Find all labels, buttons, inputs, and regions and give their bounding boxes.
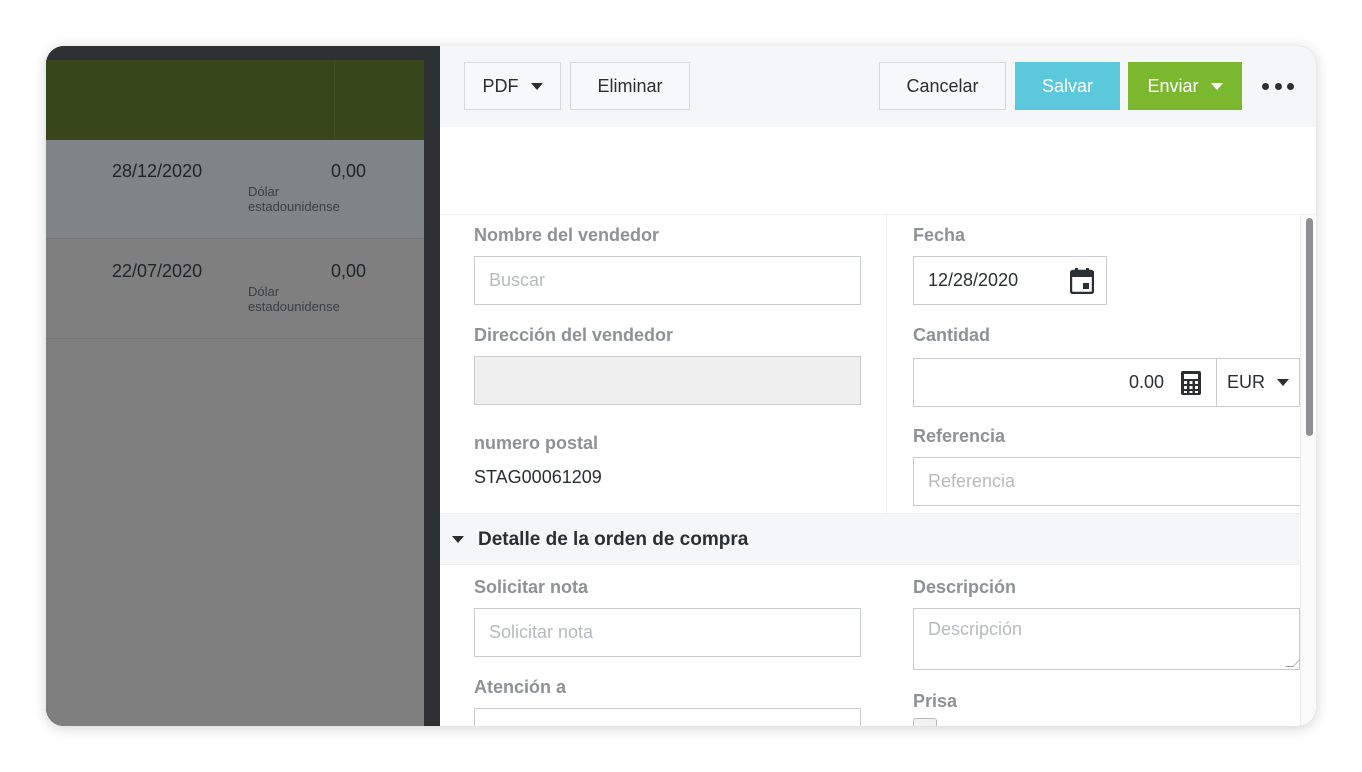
purchase-order-form: Nombre del vendedor Buscar Dirección del… xyxy=(440,215,1301,726)
request-note-input[interactable]: Solicitar nota xyxy=(474,608,861,657)
section-title: Detalle de la orden de compra xyxy=(478,529,749,550)
app-window: 28/12/2020 0,00 Dólar estadounidense 22/… xyxy=(46,46,1316,726)
currency-value: EUR xyxy=(1227,372,1266,392)
list-item-currency: Dólar estadounidense xyxy=(248,184,340,214)
more-options-icon[interactable] xyxy=(1262,76,1294,96)
list-item-amount: 0,00 xyxy=(330,261,366,281)
detail-header xyxy=(440,127,1316,215)
attention-label: Atención a xyxy=(474,677,567,697)
calendar-icon[interactable] xyxy=(1070,268,1094,294)
scrollbar-thumb[interactable] xyxy=(1306,218,1313,436)
list-item-date: 28/12/2020 xyxy=(112,161,203,181)
list-header xyxy=(46,60,424,140)
vendor-address-field xyxy=(474,356,861,405)
chevron-down-icon xyxy=(1277,379,1290,386)
date-label: Fecha xyxy=(913,225,966,245)
attention-input[interactable] xyxy=(474,708,861,726)
request-note-label: Solicitar nota xyxy=(474,577,589,597)
reference-label: Referencia xyxy=(913,426,1006,446)
date-value: 12/28/2020 xyxy=(928,270,1019,290)
description-placeholder: Descripción xyxy=(928,619,1023,639)
purchase-order-detail: PDF Eliminar Cancelar Salvar Enviar Nomb… xyxy=(440,46,1316,726)
purchase-order-detail-section[interactable]: Detalle de la orden de compra xyxy=(440,513,1300,565)
list-item-amount: 0,00 xyxy=(330,161,366,181)
resize-handle-icon[interactable] xyxy=(1285,659,1301,667)
send-button-label: Enviar xyxy=(1147,75,1199,96)
form-scrollbar[interactable] xyxy=(1300,215,1316,726)
vendor-name-label: Nombre del vendedor xyxy=(474,225,660,245)
chevron-down-icon xyxy=(1210,82,1223,90)
list-item-currency: Dólar estadounidense xyxy=(248,284,340,314)
description-textarea[interactable]: Descripción xyxy=(913,608,1301,670)
vendor-address-label: Dirección del vendedor xyxy=(474,325,674,345)
list-header-divider xyxy=(334,60,335,140)
rush-checkbox[interactable] xyxy=(913,718,937,726)
amount-label: Cantidad xyxy=(913,325,991,345)
list-panel: 28/12/2020 0,00 Dólar estadounidense 22/… xyxy=(46,46,440,726)
amount-value: 0.00 xyxy=(1128,372,1164,392)
column-divider xyxy=(886,215,887,513)
send-button[interactable]: Enviar xyxy=(1128,62,1242,110)
currency-select[interactable]: EUR xyxy=(1217,358,1300,407)
rush-label: Prisa xyxy=(913,691,958,711)
list-item[interactable]: 28/12/2020 0,00 Dólar estadounidense xyxy=(46,140,424,239)
toolbar: PDF Eliminar Cancelar Salvar Enviar xyxy=(440,46,1316,127)
description-label: Descripción xyxy=(913,577,1017,597)
amount-input[interactable]: 0.00 xyxy=(913,358,1217,407)
date-field[interactable]: 12/28/2020 xyxy=(913,256,1107,305)
vendor-search-input[interactable]: Buscar xyxy=(474,256,861,305)
chevron-down-icon[interactable] xyxy=(452,536,464,543)
pdf-button-label: PDF xyxy=(482,75,519,96)
postal-number-label: numero postal xyxy=(474,433,599,453)
save-button[interactable]: Salvar xyxy=(1015,62,1120,110)
postal-number-value: STAG00061209 xyxy=(474,467,602,487)
calculator-icon[interactable] xyxy=(1180,370,1202,396)
list-item[interactable]: 22/07/2020 0,00 Dólar estadounidense xyxy=(46,240,424,339)
cancel-button[interactable]: Cancelar xyxy=(879,62,1006,110)
pdf-button[interactable]: PDF xyxy=(464,62,561,110)
list-item-date: 22/07/2020 xyxy=(112,261,203,281)
reference-input[interactable]: Referencia xyxy=(913,457,1300,506)
purchase-order-list: 28/12/2020 0,00 Dólar estadounidense 22/… xyxy=(46,60,424,726)
chevron-down-icon xyxy=(530,82,543,90)
delete-button[interactable]: Eliminar xyxy=(570,62,690,110)
